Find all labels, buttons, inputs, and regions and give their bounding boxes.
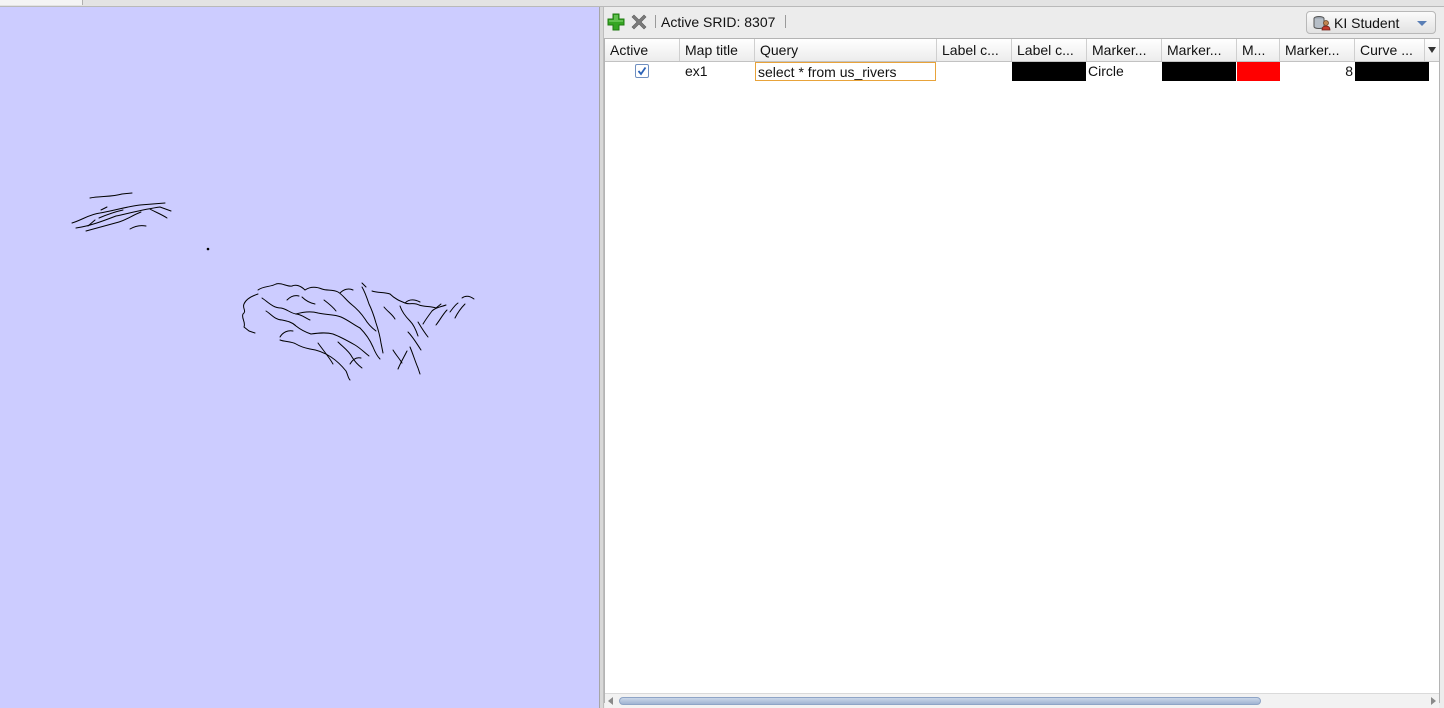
top-tab[interactable] <box>0 0 83 5</box>
scroll-right-icon[interactable] <box>1431 697 1436 705</box>
cell-map-title[interactable]: ex1 <box>680 62 755 81</box>
column-header-marker-size[interactable]: Marker... <box>1280 39 1355 61</box>
cell-curve-color-swatch[interactable] <box>1355 62 1429 81</box>
column-header-marker-fill[interactable]: M... <box>1237 39 1280 61</box>
active-srid-label: Active SRID: 8307 <box>661 14 776 30</box>
alaska-rivers <box>71 192 172 232</box>
column-header-marker-type[interactable]: Marker... <box>1087 39 1162 61</box>
active-checkbox[interactable] <box>635 64 649 78</box>
chevron-down-icon <box>1417 21 1427 26</box>
add-plus-icon[interactable] <box>606 12 626 32</box>
connection-label: KI Student <box>1334 15 1400 31</box>
conus-rivers <box>242 282 475 381</box>
column-header-query[interactable]: Query <box>755 39 937 61</box>
cell-label-column[interactable] <box>937 62 1012 81</box>
column-header-label-color[interactable]: Label c... <box>1012 39 1087 61</box>
column-header-map-title[interactable]: Map title <box>680 39 755 61</box>
top-tab-strip <box>0 0 1444 7</box>
cell-marker-size[interactable]: 8 <box>1280 62 1355 81</box>
layers-panel: Active SRID: 8307 KI Student Active Map … <box>604 7 1444 708</box>
layers-toolbar: Active SRID: 8307 KI Student <box>604 7 1440 37</box>
cell-marker-type[interactable]: Circle <box>1087 62 1162 81</box>
cell-query[interactable]: select * from us_rivers <box>755 62 936 81</box>
cell-marker-color-swatch[interactable] <box>1162 62 1236 81</box>
toolbar-separator <box>655 15 656 28</box>
column-header-curve-color[interactable]: Curve ... <box>1355 39 1425 61</box>
connection-dropdown[interactable]: KI Student <box>1306 11 1436 34</box>
scroll-left-icon[interactable] <box>608 697 613 705</box>
column-chooser-icon[interactable] <box>1425 39 1439 61</box>
map-view[interactable] <box>0 7 599 708</box>
layers-table: Active Map title Query Label c... Label … <box>604 38 1440 703</box>
scrollbar-thumb[interactable] <box>619 697 1261 705</box>
cell-label-color-swatch[interactable] <box>1012 62 1086 81</box>
column-header-marker-color[interactable]: Marker... <box>1162 39 1237 61</box>
toolbar-separator <box>785 15 786 28</box>
horizontal-scrollbar[interactable] <box>605 693 1439 708</box>
database-user-icon <box>1313 15 1331 34</box>
map-canvas[interactable] <box>0 7 599 708</box>
cell-marker-fill-swatch[interactable] <box>1237 62 1280 81</box>
column-header-label-column[interactable]: Label c... <box>937 39 1012 61</box>
column-header-active[interactable]: Active <box>605 39 680 61</box>
table-row[interactable]: ex1 select * from us_rivers Circle 8 <box>605 62 1439 81</box>
map-point <box>206 247 210 251</box>
remove-x-icon[interactable] <box>629 12 649 32</box>
table-header: Active Map title Query Label c... Label … <box>605 39 1439 62</box>
cell-active <box>605 62 680 81</box>
